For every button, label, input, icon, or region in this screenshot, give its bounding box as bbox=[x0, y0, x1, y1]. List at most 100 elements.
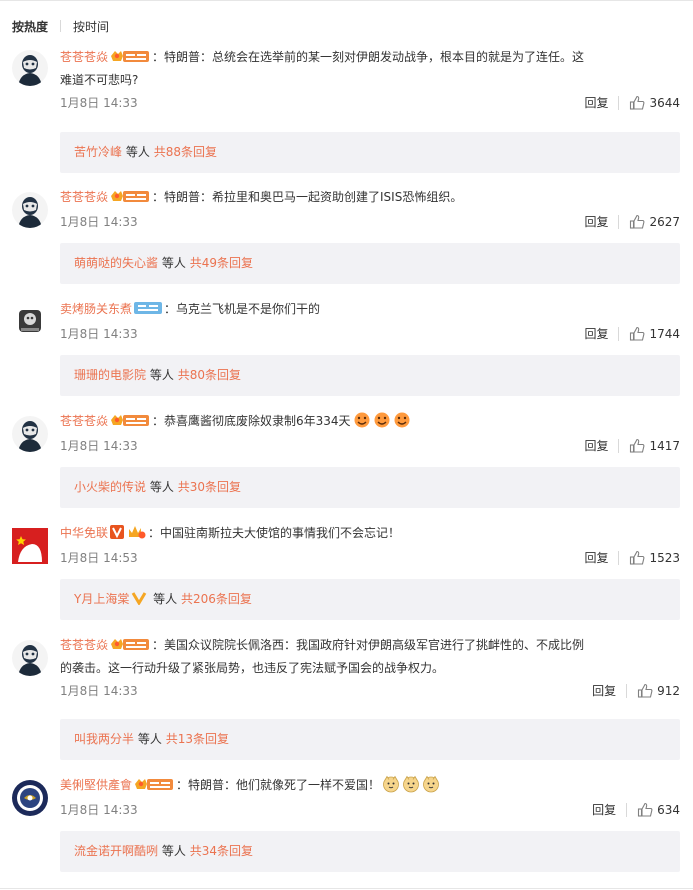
thumbs-up-icon[interactable] bbox=[629, 214, 645, 230]
skull-avatar[interactable] bbox=[12, 304, 48, 340]
reply-button[interactable]: 回复 bbox=[584, 94, 608, 111]
fan-badge-icon bbox=[110, 637, 150, 651]
comment-time: 1月8日 14:33 bbox=[60, 96, 138, 110]
reply-username[interactable]: Y月上海棠 bbox=[74, 592, 129, 606]
reply-username[interactable]: 萌萌哒的失心酱 bbox=[74, 256, 158, 270]
reply-button[interactable]: 回复 bbox=[592, 801, 616, 818]
comment-time: 1月8日 14:33 bbox=[60, 803, 138, 817]
username-link[interactable]: 卖烤肠关东煮 bbox=[60, 302, 132, 316]
action-divider bbox=[618, 326, 620, 341]
reply-mid-text: 等人 bbox=[149, 480, 174, 494]
comment-time: 1月8日 14:33 bbox=[60, 327, 138, 341]
mask-avatar[interactable] bbox=[12, 50, 48, 86]
clap-emoji-icon bbox=[393, 411, 411, 429]
reply-total-link[interactable]: 共34条回复 bbox=[190, 844, 253, 858]
comment-time: 1月8日 14:33 bbox=[60, 215, 138, 229]
comment-time: 1月8日 14:33 bbox=[60, 439, 138, 453]
like-count: 1744 bbox=[649, 326, 680, 341]
reply-total-link[interactable]: 共80条回复 bbox=[178, 368, 241, 382]
comment-text: ：恭喜鹰酱彻底废除奴隶制6年334天 bbox=[152, 414, 351, 428]
reply-username[interactable]: 叫我两分半 bbox=[74, 732, 134, 746]
fan-badge-icon bbox=[110, 189, 150, 203]
like-count: 3644 bbox=[649, 95, 680, 110]
reply-summary[interactable]: 萌萌哒的失心酱 等人 共49条回复 bbox=[60, 243, 680, 284]
like-count: 634 bbox=[657, 802, 680, 817]
reply-button[interactable]: 回复 bbox=[584, 437, 608, 454]
username-link[interactable]: 苍苍苍焱 bbox=[60, 414, 108, 428]
sort-bar: 按热度 按时间 bbox=[12, 18, 109, 34]
reply-mid-text: 等人 bbox=[149, 368, 174, 382]
like-count: 2627 bbox=[649, 214, 680, 229]
reply-total-link[interactable]: 共88条回复 bbox=[154, 145, 217, 159]
bottom-divider bbox=[0, 888, 693, 889]
fan-badge-icon bbox=[110, 49, 150, 63]
comment-time: 1月8日 14:53 bbox=[60, 551, 138, 565]
thumbs-up-icon[interactable] bbox=[629, 95, 645, 111]
reply-username[interactable]: 流金诺开啊酷咧 bbox=[74, 844, 158, 858]
iron-fan-badge-icon bbox=[134, 301, 162, 315]
comment-text: ：特朗普：希拉里和奥巴马一起资助创建了ISIS恐怖组织。 bbox=[152, 190, 463, 204]
reply-username[interactable]: 珊珊的电影院 bbox=[74, 368, 146, 382]
reply-mid-text: 等人 bbox=[153, 592, 178, 606]
action-divider bbox=[626, 683, 628, 698]
reply-mid-text: 等人 bbox=[125, 145, 150, 159]
thumbs-up-icon[interactable] bbox=[629, 550, 645, 566]
clap-emoji-icon bbox=[353, 411, 371, 429]
mask-avatar[interactable] bbox=[12, 416, 48, 452]
comment-text: ：美国众议院院长佩洛西：我国政府针对伊朗高级军官进行了挑衅性的、不成比例 bbox=[152, 638, 585, 652]
action-divider bbox=[618, 214, 620, 229]
action-divider bbox=[618, 95, 620, 110]
verified-v-icon bbox=[132, 592, 147, 605]
thumbs-up-icon[interactable] bbox=[637, 683, 653, 699]
action-divider bbox=[618, 438, 620, 453]
thumbs-up-icon[interactable] bbox=[629, 438, 645, 454]
username-link[interactable]: 苍苍苍焱 bbox=[60, 638, 108, 652]
reply-button[interactable]: 回复 bbox=[584, 549, 608, 566]
like-count: 1523 bbox=[649, 550, 680, 565]
reply-summary[interactable]: 珊珊的电影院 等人 共80条回复 bbox=[60, 355, 680, 396]
reply-summary[interactable]: 苦竹冷峰 等人 共88条回复 bbox=[60, 132, 680, 173]
reply-summary[interactable]: 叫我两分半 等人 共13条回复 bbox=[60, 719, 680, 760]
reply-button[interactable]: 回复 bbox=[584, 325, 608, 342]
reply-username[interactable]: 苦竹冷峰 bbox=[74, 145, 122, 159]
thumbs-up-icon[interactable] bbox=[637, 802, 653, 818]
username-link[interactable]: 中华免联 bbox=[60, 526, 108, 540]
reply-summary[interactable]: 小火柴的传说 等人 共30条回复 bbox=[60, 467, 680, 508]
flag-avatar[interactable] bbox=[12, 528, 48, 564]
clap-emoji-icon bbox=[373, 411, 391, 429]
comment-text-cont: 难道不可悲吗? bbox=[60, 73, 139, 87]
reply-total-link[interactable]: 共206条回复 bbox=[181, 592, 252, 606]
mask-avatar[interactable] bbox=[12, 640, 48, 676]
doge-emoji-icon bbox=[422, 775, 440, 793]
comment-text-cont: 的袭击。这一行动升级了紧张局势，也违反了宪法赋予国会的战争权力。 bbox=[60, 661, 445, 675]
verified-v-icon bbox=[110, 525, 124, 539]
mask-avatar[interactable] bbox=[12, 192, 48, 228]
username-link[interactable]: 苍苍苍焱 bbox=[60, 50, 108, 64]
action-divider bbox=[618, 550, 620, 565]
reply-mid-text: 等人 bbox=[161, 256, 186, 270]
top-divider bbox=[0, 0, 693, 1]
like-count: 1417 bbox=[649, 438, 680, 453]
reply-total-link[interactable]: 共30条回复 bbox=[178, 480, 241, 494]
reply-summary[interactable]: Y月上海棠 等人 共206条回复 bbox=[60, 579, 680, 620]
comment-text: ：特朗普：他们就像死了一样不爱国！ bbox=[176, 778, 381, 792]
comment-text: ：乌克兰飞机是不是你们干的 bbox=[164, 302, 321, 316]
username-link[interactable]: 美俐堅供產會 bbox=[60, 778, 132, 792]
doge-emoji-icon bbox=[402, 775, 420, 793]
sort-by-hot[interactable]: 按热度 bbox=[12, 18, 48, 35]
sort-divider bbox=[60, 20, 62, 32]
reply-mid-text: 等人 bbox=[161, 844, 186, 858]
reply-total-link[interactable]: 共49条回复 bbox=[190, 256, 253, 270]
comment-text: ：中国驻南斯拉夫大使馆的事情我们不会忘记！ bbox=[148, 526, 401, 540]
reply-username[interactable]: 小火柴的传说 bbox=[74, 480, 146, 494]
reply-total-link[interactable]: 共13条回复 bbox=[166, 732, 229, 746]
username-link[interactable]: 苍苍苍焱 bbox=[60, 190, 108, 204]
seal-avatar[interactable] bbox=[12, 780, 48, 816]
reply-button[interactable]: 回复 bbox=[584, 213, 608, 230]
sort-by-time[interactable]: 按时间 bbox=[73, 18, 109, 35]
reply-summary[interactable]: 流金诺开啊酷咧 等人 共34条回复 bbox=[60, 831, 680, 872]
fan-badge-icon bbox=[110, 413, 150, 427]
reply-mid-text: 等人 bbox=[137, 732, 162, 746]
reply-button[interactable]: 回复 bbox=[592, 682, 616, 699]
thumbs-up-icon[interactable] bbox=[629, 326, 645, 342]
